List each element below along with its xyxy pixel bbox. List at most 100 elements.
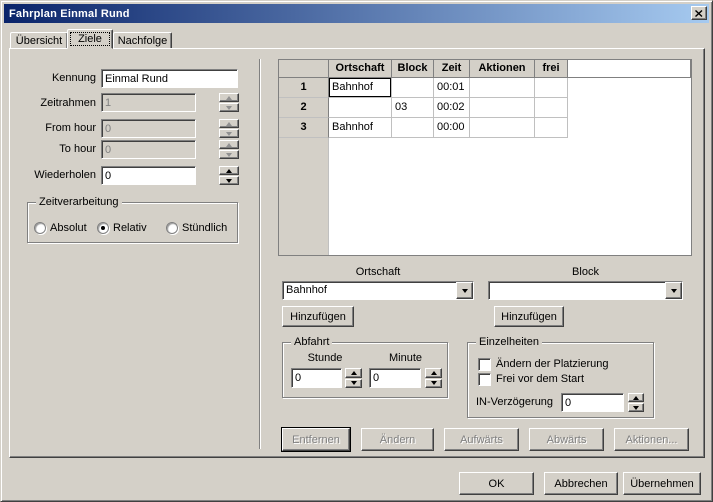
header-zeit: Zeit xyxy=(434,60,470,78)
minute-spinner[interactable] xyxy=(425,368,442,388)
ortschaft-combo-label: Ortschaft xyxy=(282,266,474,278)
radio-relativ-label[interactable]: Relativ xyxy=(113,222,147,234)
ortschaft-cell[interactable]: Bahnhof xyxy=(329,118,392,138)
in-verzoegerung-spinner[interactable] xyxy=(628,393,644,412)
aktionen-cell[interactable] xyxy=(470,118,535,138)
arrow-down-icon xyxy=(226,106,232,110)
spin-down-button[interactable] xyxy=(628,403,644,412)
ortschaft-combobox[interactable]: Bahnhof xyxy=(282,281,474,300)
aendern-platzierung-label[interactable]: Ändern der Platzierung xyxy=(496,358,609,370)
titlebar[interactable]: Fahrplan Einmal Rund xyxy=(4,4,709,23)
spin-up-button[interactable] xyxy=(628,393,644,402)
arrow-down-icon xyxy=(431,381,437,385)
arrow-up-icon xyxy=(226,96,232,100)
aufwaerts-button[interactable]: Aufwärts xyxy=(444,428,519,451)
radio-stuendlich-label[interactable]: Stündlich xyxy=(182,222,227,234)
ok-button[interactable]: OK xyxy=(459,472,534,495)
arrow-up-icon xyxy=(351,371,357,375)
arrow-down-icon xyxy=(226,132,232,136)
spin-up-button xyxy=(219,119,239,128)
minute-input[interactable] xyxy=(369,368,421,388)
spin-up-button[interactable] xyxy=(425,368,442,378)
row-number-cell[interactable]: 3 xyxy=(279,118,329,138)
table-row[interactable]: 2 03 00:02 xyxy=(279,98,691,118)
spin-up-button[interactable] xyxy=(345,368,362,378)
spin-up-button xyxy=(219,140,239,149)
tab-uebersicht-label: Übersicht xyxy=(16,35,62,47)
header-filler xyxy=(568,60,691,78)
wiederholen-spinner[interactable] xyxy=(219,166,239,185)
block-cell[interactable] xyxy=(392,118,434,138)
row-number-cell[interactable]: 1 xyxy=(279,78,329,98)
from-hour-label: From hour xyxy=(11,122,96,134)
abwaerts-button[interactable]: Abwärts xyxy=(529,428,604,451)
zeit-cell[interactable]: 00:00 xyxy=(434,118,470,138)
aendern-platzierung-checkbox[interactable] xyxy=(478,358,491,371)
to-hour-label: To hour xyxy=(11,143,96,155)
frei-vor-start-checkbox[interactable] xyxy=(478,373,491,386)
ortschaft-cell[interactable] xyxy=(329,98,392,118)
dropdown-button[interactable] xyxy=(456,282,473,299)
spin-down-button[interactable] xyxy=(219,176,239,185)
frei-cell[interactable] xyxy=(535,118,568,138)
header-aktionen: Aktionen xyxy=(470,60,535,78)
table-header-row: Ortschaft Block Zeit Aktionen frei xyxy=(279,60,691,78)
block-cell[interactable]: 03 xyxy=(392,98,434,118)
spin-down-button[interactable] xyxy=(345,379,362,389)
frei-vor-start-label[interactable]: Frei vor dem Start xyxy=(496,373,584,385)
entfernen-button[interactable]: Entfernen xyxy=(282,428,350,451)
filler-cell xyxy=(568,98,691,118)
close-button[interactable] xyxy=(691,6,707,20)
stunde-spinner[interactable] xyxy=(345,368,362,388)
button-label: Aktionen... xyxy=(626,434,678,446)
arrow-down-icon xyxy=(351,381,357,385)
in-verzoegerung-input[interactable] xyxy=(561,393,624,412)
block-cell[interactable] xyxy=(392,78,434,98)
dropdown-button[interactable] xyxy=(665,282,682,299)
radio-stuendlich[interactable] xyxy=(166,222,178,234)
zeit-cell[interactable]: 00:02 xyxy=(434,98,470,118)
frei-cell[interactable] xyxy=(535,98,568,118)
table-row[interactable]: 1 Bahnhof 00:01 xyxy=(279,78,691,98)
wiederholen-label: Wiederholen xyxy=(11,169,96,181)
block-combo-label: Block xyxy=(488,266,683,278)
wiederholen-input[interactable] xyxy=(101,166,196,185)
minute-label: Minute xyxy=(369,352,442,364)
aktionen-cell[interactable] xyxy=(470,98,535,118)
stunde-input[interactable] xyxy=(291,368,342,388)
aktionen-button[interactable]: Aktionen... xyxy=(614,428,689,451)
header-ortschaft: Ortschaft xyxy=(329,60,392,78)
table-row[interactable]: 3 Bahnhof 00:00 xyxy=(279,118,691,138)
radio-absolut[interactable] xyxy=(34,222,46,234)
kennung-input[interactable] xyxy=(101,69,238,88)
spin-up-button[interactable] xyxy=(219,166,239,175)
radio-absolut-label[interactable]: Absolut xyxy=(50,222,87,234)
spin-down-button xyxy=(219,103,239,112)
tab-focus-rect xyxy=(70,32,110,46)
kennung-label: Kennung xyxy=(11,72,96,84)
hinzufuegen-ortschaft-button[interactable]: Hinzufügen xyxy=(282,306,354,327)
ortschaft-cell[interactable]: Bahnhof xyxy=(329,78,392,98)
uebernehmen-button[interactable]: Übernehmen xyxy=(623,472,701,495)
abfahrt-group-title: Abfahrt xyxy=(291,336,332,348)
abbrechen-button[interactable]: Abbrechen xyxy=(544,472,618,495)
spin-down-button xyxy=(219,129,239,138)
spin-down-button[interactable] xyxy=(425,379,442,389)
tab-ziele[interactable]: Ziele xyxy=(67,29,113,49)
zeit-cell[interactable]: 00:01 xyxy=(434,78,470,98)
tab-uebersicht[interactable]: Übersicht xyxy=(10,32,68,49)
filler-cell xyxy=(568,118,691,138)
button-label: Hinzufügen xyxy=(501,311,557,323)
zeitverarbeitung-group-title: Zeitverarbeitung xyxy=(36,196,122,208)
block-combobox[interactable] xyxy=(488,281,683,300)
destinations-table[interactable]: Ortschaft Block Zeit Aktionen frei 1 Bah… xyxy=(278,59,692,256)
radio-relativ[interactable] xyxy=(97,222,109,234)
row-number-cell[interactable]: 2 xyxy=(279,98,329,118)
frei-cell[interactable] xyxy=(535,78,568,98)
hinzufuegen-block-button[interactable]: Hinzufügen xyxy=(494,306,564,327)
in-verzoegerung-label: IN-Verzögerung xyxy=(476,396,553,408)
stunde-label: Stunde xyxy=(288,352,362,364)
aendern-button[interactable]: Ändern xyxy=(361,428,434,451)
aktionen-cell[interactable] xyxy=(470,78,535,98)
tab-nachfolge[interactable]: Nachfolge xyxy=(113,32,172,49)
